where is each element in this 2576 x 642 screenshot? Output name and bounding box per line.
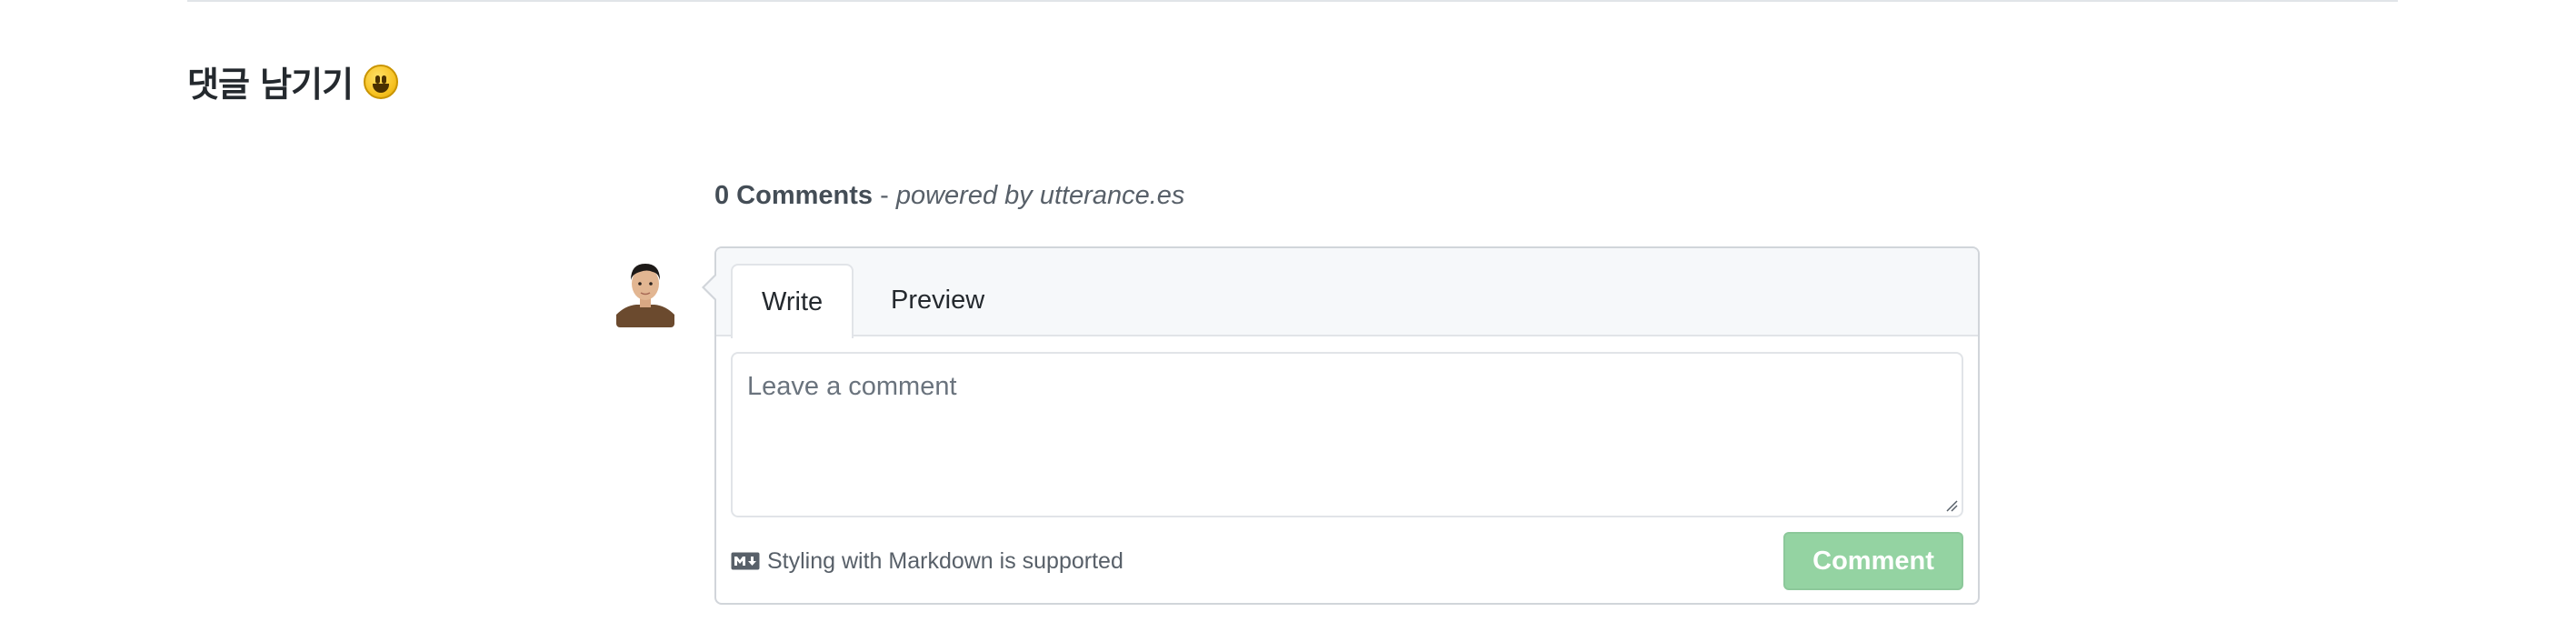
comment-count: 0 Comments	[714, 181, 874, 210]
markdown-icon[interactable]	[731, 552, 760, 570]
utterances-widget: 0 Comments - powered by utterance.es	[714, 177, 1980, 214]
resize-handle-icon[interactable]	[1943, 497, 1958, 512]
comments-section-heading: 댓글 남기기	[187, 56, 399, 106]
comment-count-header: 0 Comments - powered by utterance.es	[714, 177, 1980, 214]
editor-tab-bar: Write Preview	[716, 248, 1978, 338]
smiley-face-icon	[364, 64, 399, 99]
top-divider	[187, 0, 2398, 2]
page: 댓글 남기기 0 Comments - powered by utterance…	[0, 0, 2576, 642]
comment-textarea[interactable]	[733, 354, 1962, 516]
editor-footer: Styling with Markdown is supported Comme…	[731, 532, 1963, 590]
comment-textarea-wrapper	[731, 352, 1963, 517]
comment-editor: Write Preview Styling with Markdown is s…	[702, 246, 1980, 605]
avatar[interactable]	[616, 255, 674, 327]
markdown-note-text: Styling with Markdown is supported	[767, 547, 1123, 574]
tab-write[interactable]: Write	[731, 264, 854, 338]
comment-submit-button[interactable]: Comment	[1783, 532, 1963, 590]
powered-by-text[interactable]: powered by utterance.es	[896, 181, 1185, 210]
section-heading-text: 댓글 남기기	[187, 65, 354, 105]
markdown-note: Styling with Markdown is supported	[731, 548, 1123, 575]
header-separator: -	[873, 181, 896, 210]
tab-preview[interactable]: Preview	[862, 264, 1013, 336]
